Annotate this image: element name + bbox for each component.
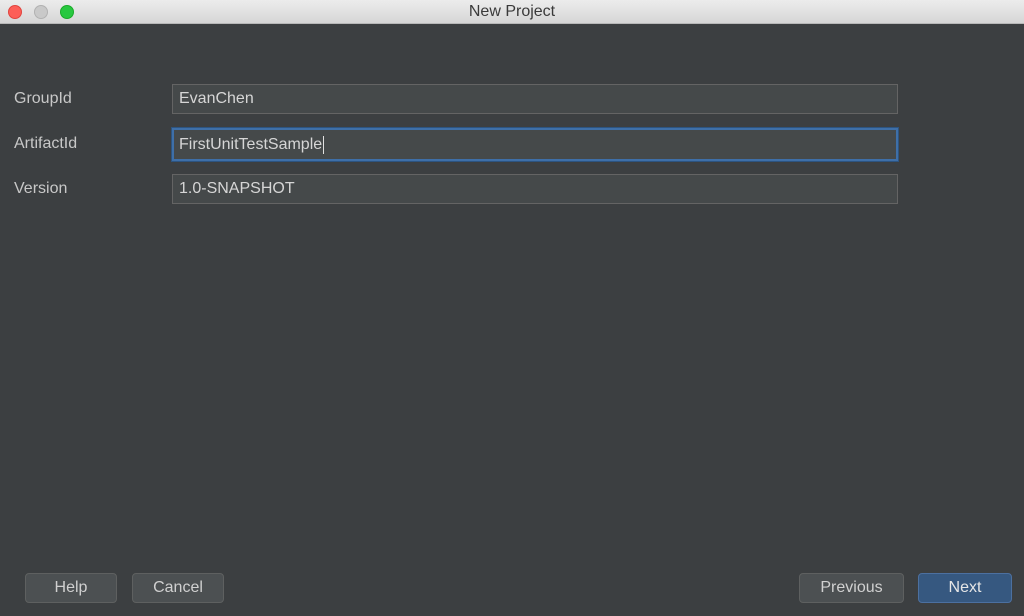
- help-button[interactable]: Help: [25, 573, 117, 603]
- previous-button[interactable]: Previous: [799, 573, 904, 603]
- next-button[interactable]: Next: [918, 573, 1012, 603]
- group-id-value: EvanChen: [179, 90, 254, 107]
- version-field[interactable]: 1.0-SNAPSHOT: [172, 174, 898, 204]
- version-label: Version: [14, 180, 68, 197]
- window-title: New Project: [468, 3, 556, 20]
- cancel-button[interactable]: Cancel: [132, 573, 224, 603]
- version-value: 1.0-SNAPSHOT: [179, 180, 295, 197]
- new-project-window: New Project GroupId EvanChen ArtifactId …: [0, 0, 1024, 616]
- group-id-label: GroupId: [14, 90, 72, 107]
- text-caret: [323, 135, 325, 154]
- group-id-field[interactable]: EvanChen: [172, 84, 898, 114]
- artifact-id-field[interactable]: FirstUnitTestSample: [172, 128, 898, 161]
- artifact-id-value: FirstUnitTestSample: [179, 136, 323, 153]
- artifact-id-label: ArtifactId: [14, 135, 78, 152]
- title-bar: New Project: [0, 0, 1024, 24]
